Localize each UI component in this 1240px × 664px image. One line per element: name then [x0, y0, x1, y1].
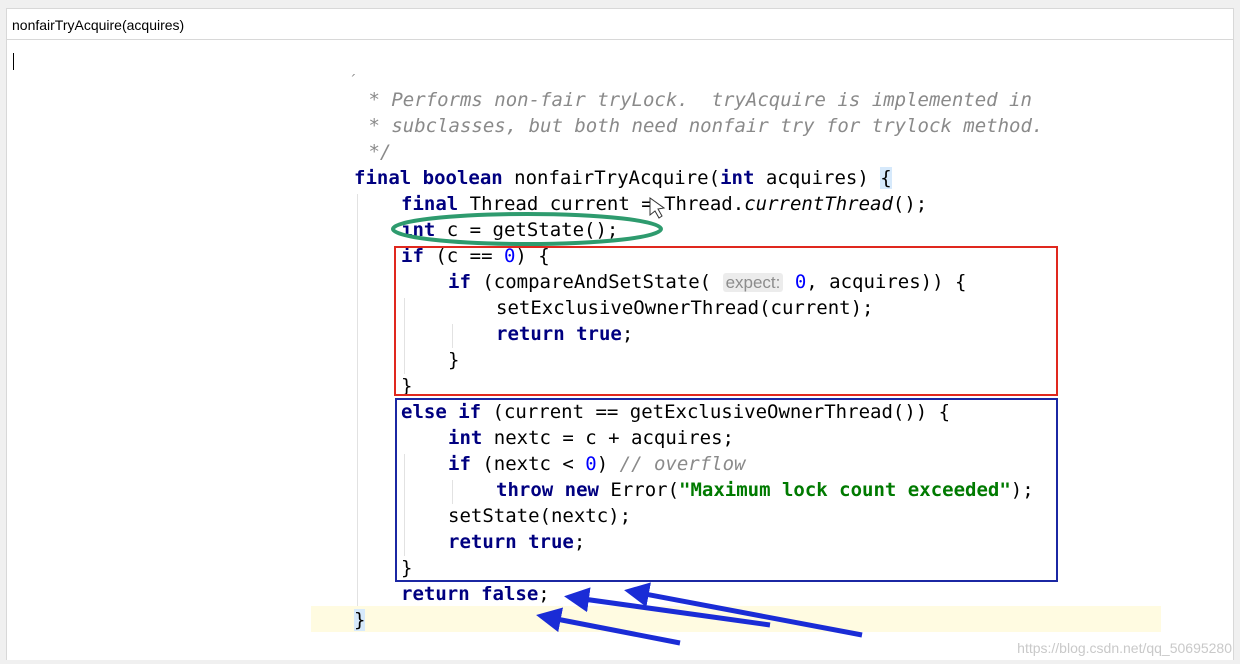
- mouse-cursor-icon: [649, 197, 666, 219]
- editor-title: nonfairTryAcquire(acquires): [12, 17, 185, 33]
- editor-title-bar: nonfairTryAcquire(acquires): [6, 8, 1234, 40]
- annotation-arrow: [536, 607, 681, 646]
- annotation-green-ellipse: [391, 212, 663, 246]
- code-editor[interactable]: ´ * Performs non-fair tryLock. tryAcquir…: [6, 40, 1234, 660]
- watermark: https://blog.csdn.net/qq_50695280: [1017, 640, 1232, 656]
- annotation-arrow: [624, 582, 863, 638]
- annotation-overlay: [391, 197, 863, 646]
